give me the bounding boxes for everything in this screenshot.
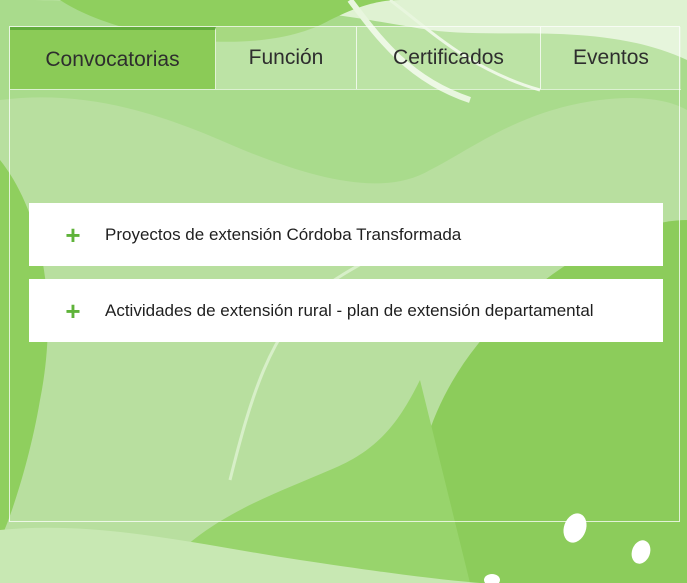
tab-eventos[interactable]: Eventos [541, 27, 681, 89]
accordion-item-label: Proyectos de extensión Córdoba Transform… [105, 224, 462, 244]
tabs-panel: Convocatorias Función Certificados Event… [9, 26, 681, 522]
page-background: Convocatorias Función Certificados Event… [0, 0, 687, 583]
tab-bar: Convocatorias Función Certificados Event… [10, 27, 681, 90]
tab-convocatorias[interactable]: Convocatorias [10, 27, 216, 89]
accordion-item-label: Actividades de extensión rural - plan de… [105, 300, 594, 320]
accordion-list: + Proyectos de extensión Córdoba Transfo… [29, 203, 663, 355]
tab-funcion[interactable]: Función [216, 27, 357, 89]
plus-icon: + [65, 219, 81, 250]
plus-icon: + [65, 295, 81, 326]
accordion-item-proyectos[interactable]: + Proyectos de extensión Córdoba Transfo… [29, 203, 663, 266]
accordion-item-actividades[interactable]: + Actividades de extensión rural - plan … [29, 279, 663, 342]
tab-certificados[interactable]: Certificados [357, 27, 541, 89]
